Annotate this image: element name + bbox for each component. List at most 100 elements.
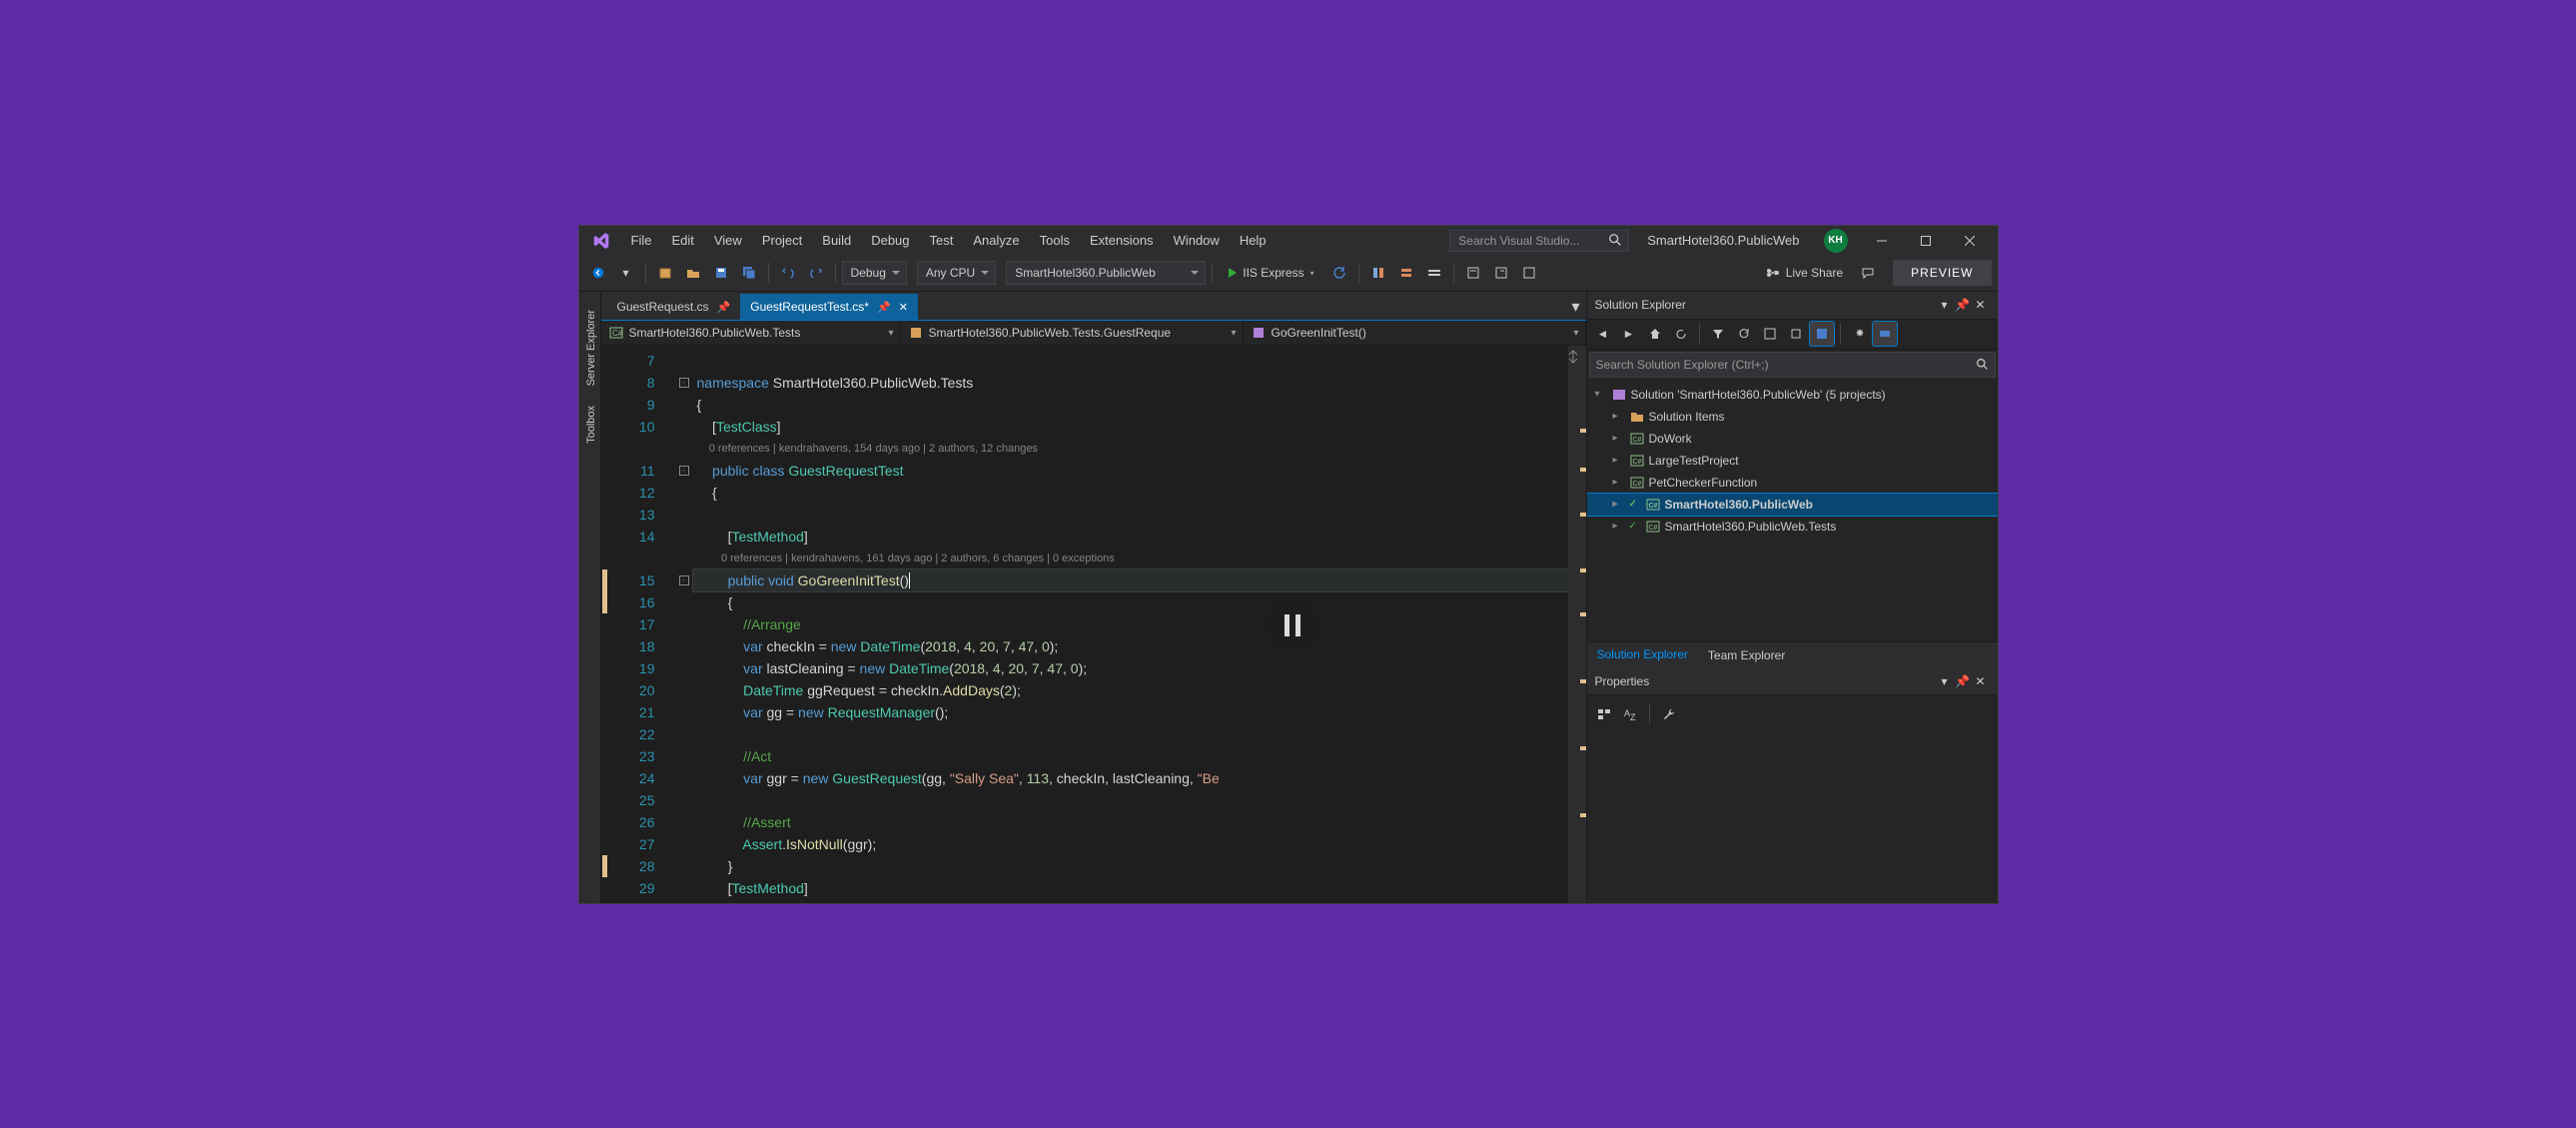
doc-tab-guestrequest[interactable]: GuestRequest.cs 📌 bbox=[607, 294, 741, 320]
panel-pin-icon[interactable]: 📌 bbox=[1954, 296, 1972, 314]
menu-edit[interactable]: Edit bbox=[663, 229, 701, 252]
solution-root[interactable]: ▾ Solution 'SmartHotel360.PublicWeb' (5 … bbox=[1587, 384, 1998, 406]
code-line[interactable]: //Act bbox=[693, 745, 1568, 767]
nav-method-dropdown[interactable]: GoGreenInitTest() bbox=[1244, 321, 1586, 345]
se-back-button[interactable]: ◄ bbox=[1591, 322, 1615, 346]
tab-solution-explorer[interactable]: Solution Explorer bbox=[1587, 643, 1698, 667]
tb-icon-4[interactable] bbox=[1460, 260, 1486, 286]
redo-button[interactable] bbox=[803, 260, 829, 286]
se-sync-button[interactable] bbox=[1669, 322, 1693, 346]
se-preview-button[interactable] bbox=[1810, 322, 1834, 346]
maximize-button[interactable] bbox=[1904, 227, 1948, 255]
menu-test[interactable]: Test bbox=[922, 229, 962, 252]
se-view-button[interactable] bbox=[1873, 322, 1897, 346]
menu-project[interactable]: Project bbox=[754, 229, 810, 252]
code-line[interactable] bbox=[693, 350, 1568, 372]
code-line[interactable]: { bbox=[693, 394, 1568, 416]
side-tab-server-explorer[interactable]: Server Explorer bbox=[579, 300, 600, 396]
nav-forward-button[interactable]: ▾ bbox=[613, 260, 639, 286]
codelens-row[interactable]: 0 references | kendrahavens, 154 days ag… bbox=[693, 438, 1568, 460]
menu-view[interactable]: View bbox=[706, 229, 750, 252]
chevron-right-icon[interactable]: ▸ bbox=[1613, 433, 1625, 444]
tree-item[interactable]: ▸C#PetCheckerFunction bbox=[1587, 472, 1998, 494]
menu-tools[interactable]: Tools bbox=[1032, 229, 1078, 252]
pin-icon[interactable]: 📌 bbox=[877, 301, 891, 314]
se-showall-button[interactable] bbox=[1784, 322, 1808, 346]
code-editor[interactable]: 7891011121314151617181920212223242526272… bbox=[601, 346, 1586, 903]
user-avatar[interactable]: KH bbox=[1824, 229, 1848, 253]
solution-explorer-search[interactable]: Search Solution Explorer (Ctrl+;) bbox=[1589, 352, 1996, 378]
tree-item[interactable]: ▸C#LargeTestProject bbox=[1587, 450, 1998, 472]
codelens-row[interactable]: 0 references | kendrahavens, 161 days ag… bbox=[693, 548, 1568, 569]
code-line[interactable]: public void GoGreenInitTest() bbox=[693, 569, 1568, 591]
tb-icon-2[interactable] bbox=[1393, 260, 1419, 286]
preview-button[interactable]: PREVIEW bbox=[1893, 260, 1991, 286]
props-wrench-button[interactable] bbox=[1658, 703, 1680, 725]
solution-tree[interactable]: ▾ Solution 'SmartHotel360.PublicWeb' (5 … bbox=[1587, 380, 1998, 642]
save-all-button[interactable] bbox=[736, 260, 762, 286]
code-line[interactable]: [TestClass] bbox=[693, 416, 1568, 438]
props-categorized-button[interactable] bbox=[1593, 703, 1615, 725]
live-share-button[interactable]: Live Share bbox=[1756, 266, 1853, 280]
pin-icon[interactable]: 📌 bbox=[717, 301, 731, 314]
code-line[interactable]: [TestMethod] bbox=[693, 526, 1568, 548]
code-line[interactable] bbox=[693, 723, 1568, 745]
undo-button[interactable] bbox=[775, 260, 801, 286]
panel-close-icon[interactable]: ✕ bbox=[1972, 672, 1990, 690]
nav-class-dropdown[interactable]: SmartHotel360.PublicWeb.Tests.GuestReque bbox=[901, 321, 1244, 345]
code-line[interactable]: [TestMethod] bbox=[693, 877, 1568, 899]
code-line[interactable]: var lastCleaning = new DateTime(2018, 4,… bbox=[693, 657, 1568, 679]
nav-project-dropdown[interactable]: C# SmartHotel360.PublicWeb.Tests bbox=[601, 321, 901, 345]
side-tab-toolbox[interactable]: Toolbox bbox=[579, 396, 600, 454]
new-project-button[interactable] bbox=[652, 260, 678, 286]
tb-icon-3[interactable] bbox=[1421, 260, 1447, 286]
se-collapse-button[interactable] bbox=[1758, 322, 1782, 346]
chevron-down-icon[interactable]: ▾ bbox=[1595, 389, 1607, 400]
close-icon[interactable]: ✕ bbox=[899, 301, 908, 314]
fold-toggle[interactable]: - bbox=[675, 372, 693, 394]
close-button[interactable] bbox=[1948, 227, 1992, 255]
menu-build[interactable]: Build bbox=[814, 229, 859, 252]
feedback-button[interactable] bbox=[1855, 260, 1881, 286]
code-line[interactable]: var ggr = new GuestRequest(gg, "Sally Se… bbox=[693, 767, 1568, 789]
tree-item[interactable]: ▸✓C#SmartHotel360.PublicWeb.Tests bbox=[1587, 516, 1998, 538]
tb-icon-5[interactable] bbox=[1488, 260, 1514, 286]
se-forward-button[interactable]: ► bbox=[1617, 322, 1641, 346]
panel-close-icon[interactable]: ✕ bbox=[1972, 296, 1990, 314]
pause-overlay-icon[interactable] bbox=[1265, 597, 1320, 653]
chevron-right-icon[interactable]: ▸ bbox=[1613, 521, 1625, 532]
refresh-button[interactable] bbox=[1326, 260, 1352, 286]
tab-team-explorer[interactable]: Team Explorer bbox=[1698, 643, 1795, 667]
tree-item[interactable]: ▸C#DoWork bbox=[1587, 428, 1998, 450]
tb-icon-1[interactable] bbox=[1365, 260, 1391, 286]
chevron-right-icon[interactable]: ▸ bbox=[1613, 499, 1625, 510]
vertical-scrollbar[interactable] bbox=[1568, 346, 1586, 903]
code-line[interactable]: public class GuestRequestTest bbox=[693, 460, 1568, 482]
chevron-right-icon[interactable]: ▸ bbox=[1613, 455, 1625, 466]
props-alphabetical-button[interactable]: AZ bbox=[1619, 703, 1641, 725]
code-line[interactable]: var checkIn = new DateTime(2018, 4, 20, … bbox=[693, 635, 1568, 657]
panel-dropdown-icon[interactable]: ▾ bbox=[1936, 296, 1954, 314]
code-line[interactable]: namespace SmartHotel360.PublicWeb.Tests bbox=[693, 372, 1568, 394]
code-line[interactable]: Assert.IsNotNull(ggr); bbox=[693, 833, 1568, 855]
code-line[interactable]: { bbox=[693, 591, 1568, 613]
nav-back-button[interactable] bbox=[585, 260, 611, 286]
se-refresh-button[interactable] bbox=[1732, 322, 1756, 346]
se-filter-button[interactable] bbox=[1706, 322, 1730, 346]
code-line[interactable]: } bbox=[693, 855, 1568, 877]
menu-extensions[interactable]: Extensions bbox=[1082, 229, 1162, 252]
properties-header[interactable]: Properties ▾ 📌 ✕ bbox=[1587, 667, 1998, 695]
save-button[interactable] bbox=[708, 260, 734, 286]
doc-tab-guestrequesttest[interactable]: GuestRequestTest.cs* 📌 ✕ bbox=[740, 294, 918, 320]
code-line[interactable] bbox=[693, 789, 1568, 811]
open-file-button[interactable] bbox=[680, 260, 706, 286]
platform-dropdown[interactable]: Any CPU bbox=[917, 261, 996, 285]
configuration-dropdown[interactable]: Debug bbox=[842, 261, 907, 285]
quick-launch-search[interactable]: Search Visual Studio... bbox=[1449, 230, 1629, 252]
solution-explorer-header[interactable]: Solution Explorer ▾ 📌 ✕ bbox=[1587, 292, 1998, 320]
menu-analyze[interactable]: Analyze bbox=[965, 229, 1027, 252]
startup-project-dropdown[interactable]: SmartHotel360.PublicWeb bbox=[1006, 261, 1206, 285]
code-line[interactable]: DateTime ggRequest = checkIn.AddDays(2); bbox=[693, 679, 1568, 701]
menu-file[interactable]: File bbox=[623, 229, 660, 252]
panel-dropdown-icon[interactable]: ▾ bbox=[1936, 672, 1954, 690]
